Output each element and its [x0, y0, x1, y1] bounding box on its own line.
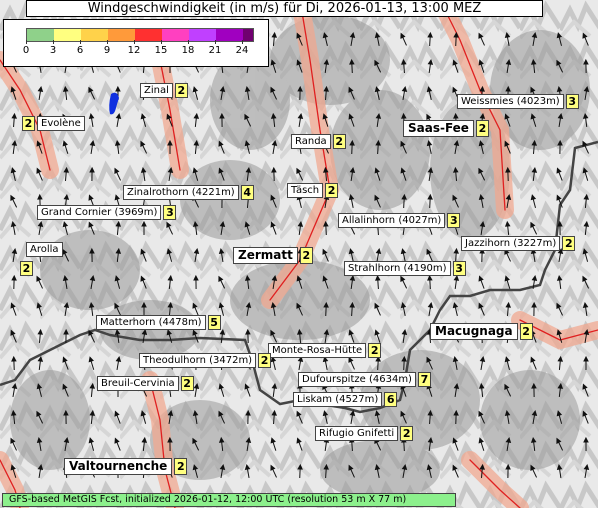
place-label: Randa 2 [291, 134, 346, 149]
place-name: Monte-Rosa-Hütte [268, 343, 367, 358]
wind-value-badge: 4 [240, 185, 254, 200]
place-label: Matterhorn (4478m) 5 [96, 315, 221, 330]
place-name: Evolène [37, 116, 85, 131]
scale-swatch [27, 29, 54, 41]
place-label: Dufourspitze (4634m) 7 [298, 372, 431, 387]
place-name: Zermatt [233, 247, 298, 264]
wind-map: Windgeschwindigkeit (in m/s) für Di, 202… [0, 0, 598, 508]
place-label: Strahlhorn (4190m) 3 [344, 261, 466, 276]
scale-swatch [108, 29, 135, 41]
place-label: Zinal 2 [140, 83, 188, 98]
wind-value-badge: 3 [447, 213, 461, 228]
place-label: Macugnaga 2 [430, 323, 533, 340]
wind-value-badge: 2 [475, 120, 489, 137]
place-label: Liskam (4527m) 6 [293, 392, 398, 407]
place-name: Jazzihorn (3227m) [461, 236, 561, 251]
place-name: Breuil-Cervinia [97, 376, 179, 391]
place-name: Macugnaga [430, 323, 518, 340]
scale-tick-label: 18 [181, 45, 195, 56]
scale-tick-mark [53, 40, 54, 44]
place-name: Weissmies (4023m) [457, 94, 564, 109]
scale-tick-mark [26, 40, 27, 44]
place-label: Saas-Fee 2 [403, 120, 489, 137]
place-name: Arolla [26, 242, 63, 257]
wind-value-badge: 2 [258, 353, 272, 368]
place-label: Valtournenche 2 [64, 458, 188, 475]
place-name: Allalinhorn (4027m) [338, 213, 446, 228]
scale-tick-mark [134, 40, 135, 44]
color-scale [26, 28, 254, 42]
place-name: Dufourspitze (4634m) [298, 372, 416, 387]
place-label: Täsch 2 [287, 183, 339, 198]
scale-tick-mark [188, 40, 189, 44]
wind-value-badge: 2 [22, 116, 35, 131]
wind-value-badge: 2 [299, 247, 313, 264]
wind-value-badge: 2 [332, 134, 346, 149]
scale-tick-mark [161, 40, 162, 44]
scale-tick-mark [215, 40, 216, 44]
wind-value-badge: 3 [163, 205, 177, 220]
scale-swatch [162, 29, 189, 41]
place-name: Saas-Fee [403, 120, 474, 137]
map-title: Windgeschwindigkeit (in m/s) für Di, 202… [26, 0, 543, 17]
place-label: Jazzihorn (3227m) 2 [461, 236, 576, 251]
wind-value-badge: 2 [562, 236, 576, 251]
place-label: Breuil-Cervinia 2 [97, 376, 194, 391]
scale-tick-mark [107, 40, 108, 44]
place-label: Arolla 2 [20, 242, 63, 276]
scale-tick-label: 24 [235, 45, 249, 56]
place-label: Theodulhorn (3472m) 2 [139, 353, 272, 368]
place-name: Theodulhorn (3472m) [139, 353, 257, 368]
place-name: Täsch [287, 183, 324, 198]
scale-tick-label: 15 [154, 45, 168, 56]
place-label: Rifugio Gnifetti 2 [315, 426, 414, 441]
scale-swatch [81, 29, 108, 41]
wind-value-badge: 2 [325, 183, 339, 198]
place-label: Grand Cornier (3969m) 3 [37, 205, 177, 220]
place-label: Monte-Rosa-Hütte 2 [268, 343, 382, 358]
scale-swatch [243, 29, 253, 41]
place-name: Rifugio Gnifetti [315, 426, 399, 441]
wind-value-badge: 2 [400, 426, 414, 441]
model-info-footer: GFS-based MetGIS Fcst, initialized 2026-… [2, 493, 456, 507]
scale-tick-mark [242, 40, 243, 44]
wind-value-badge: 2 [174, 83, 188, 98]
scale-swatch [189, 29, 216, 41]
place-name: Zinal [140, 83, 173, 98]
place-name: Liskam (4527m) [293, 392, 383, 407]
scale-tick-label: 3 [49, 45, 57, 56]
wind-value-badge: 3 [452, 261, 466, 276]
place-label: Weissmies (4023m) 3 [457, 94, 579, 109]
wind-value-badge: 3 [565, 94, 579, 109]
scale-tick-label: 9 [103, 45, 111, 56]
place-name: Valtournenche [64, 458, 173, 475]
scale-swatch [135, 29, 162, 41]
place-name: Grand Cornier (3969m) [37, 205, 162, 220]
scale-tick-label: 21 [208, 45, 222, 56]
place-name: Strahlhorn (4190m) [344, 261, 451, 276]
scale-tick-mark [80, 40, 81, 44]
place-name: Matterhorn (4478m) [96, 315, 206, 330]
scale-tick-label: 12 [127, 45, 141, 56]
wind-value-badge: 2 [368, 343, 382, 358]
scale-swatch [216, 29, 243, 41]
place-name: Randa [291, 134, 331, 149]
scale-tick-label: 0 [22, 45, 30, 56]
wind-value-badge: 2 [174, 458, 188, 475]
wind-value-badge: 7 [417, 372, 431, 387]
place-label: Zermatt 2 [233, 247, 313, 264]
scale-swatch [54, 29, 81, 41]
wind-value-badge: 6 [384, 392, 398, 407]
place-name: Zinalrothorn (4221m) [123, 185, 239, 200]
place-label: 2 Evolène [22, 116, 85, 131]
place-label: Allalinhorn (4027m) 3 [338, 213, 461, 228]
wind-scale-legend: 0 3 6 9 12 15 18 21 24 [3, 19, 269, 67]
wind-value-badge: 2 [180, 376, 194, 391]
wind-value-badge: 5 [207, 315, 221, 330]
place-label: Zinalrothorn (4221m) 4 [123, 185, 254, 200]
scale-tick-label: 6 [76, 45, 84, 56]
wind-value-badge: 2 [20, 261, 33, 276]
wind-value-badge: 2 [519, 323, 533, 340]
